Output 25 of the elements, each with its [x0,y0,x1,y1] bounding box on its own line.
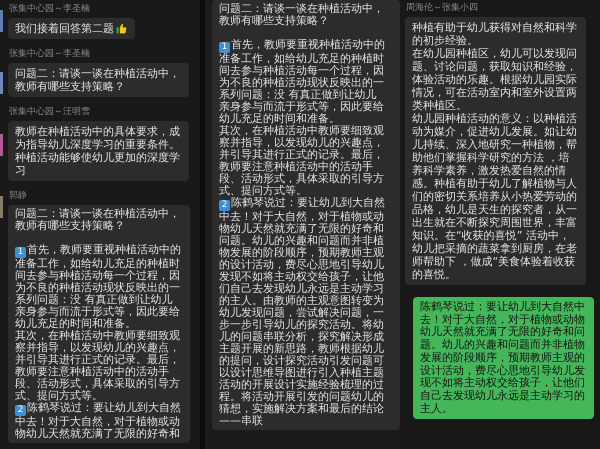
message-text: 1 首先，教师要重视种植活动中的准备工作，如给幼儿充足的种植时间去参与种植活动每一个过程，因为不良的种植活动现状反映出的一系列问题：没 有真正做到让幼儿亲身参与而流于形式等，因此要给幼儿充足的时间和准备。 [15,244,182,330]
avatar-placeholder [0,196,3,218]
sender-name: 郭静 [8,191,28,202]
avatar-placeholder [0,134,3,156]
avatar-placeholder [0,72,3,94]
message-text: 2 陈鹤琴说过：要让幼儿到大自然中去！对于大自然，对于植物或动物幼儿天然就充满了无限的好奇和 [15,402,182,440]
message-text: 种植有助于幼儿获得对自然和科学的初步经验。 [412,21,578,47]
sender-name: 张集中心园～李圣楠 [8,4,91,15]
message-text: 教师在种植活动中的具体要求，成为指导幼儿深度学习的重要条件。种植活动能够使幼儿更加的深度学习 [15,125,181,177]
message-text: 1 首先，教师要重视种植活动中的准备工作，如给幼儿充足的种植时间去参与种植活动每一个过程，因为不良的种植活动现状反映出的一系列问题：没 有真正做到让幼儿亲身参与而流于形式等，因此要给幼儿充足的时间和准备。 [219,39,386,125]
message-text: 问题二：请谈一谈在种植活动中，教师有哪些支持策略？ [15,67,181,93]
thumbs-up-icon [115,22,128,35]
sender-name: 张集中心园～汪明雪 [8,107,91,118]
message-text: 陈鹤琴说过：要让幼儿到大自然中去！对于大自然，对于植物或动物幼儿天然就充满了无限的好奇和问题。幼儿的兴趣和问题而并非植物发展的阶段顺序，预期教师主观的设计活动，费尽心思地引导幼儿发现不如将主动权交给孩子，让他们自己去发现幼儿永远是主动学习的主人。 [420,301,586,416]
message-text: 幼儿园种植活动的意义：以种植活动为媒介，促进幼儿发展。如让幼儿持续、深入地研究一种植物，帮助他们掌握科学研究的方法 ，培养科学素养，激发热爱自然的情感。种植有助于幼儿了解植物与人们的密切关系培养从小热爱劳动的品格，幼儿是天生的探究者，从一出生就在不断探究周围世界，丰富知识。在“收获的喜悦” 活动中，幼儿把采摘的蔬菜拿到厨房，在老师帮助下 ，做成“美食体验着收获的喜悦。 [412,112,578,281]
message-text: 2 陈鹤琴说过：要让幼儿到大自然中去！对于大自然，对于植物或动物幼儿天然就充满了无限的好奇和问题。幼儿的兴趣和问题而并非植物发展的阶段顺序，预期教师主观的设计活动，费尽心思地引导幼儿发现不如将主动权交给孩子，让他们自己去发现幼儿永远是主动学习的主人。由教师的主观意图转变为幼儿发现问题，尝试解决问题，一步一步引导幼儿的探究活动。将幼儿的问题串联分析，探究解决形成主题开展的新思路，教师根据幼儿的提问，设计探究活动引发问题可以设计思维导图进行引入种植主题活动的开展设计实施经验梳理的过程。将活动开展引发的问题幼儿的猜想，实施解决方案和最后的结论——串联 [219,197,386,427]
message-text: 问题二：请谈一谈在种植活动中，教师有哪些支持策略？ [219,3,385,27]
sender-name: 周海伦～张集小四 [405,3,479,14]
message-text: 我们接着回答第二题 [15,22,114,35]
message-text: 问题二：请谈一谈在种植活动中，教师有哪些支持策略？ [15,208,181,232]
message-text: 其次，在种植活动中教师要细致观察并指导，以发现幼儿的兴趣点，并引导其进行正式的记录。最后，教师要注意种植活动中的活动手段、活动形式，具体采取的引导方式、提问方式等。 [15,330,181,402]
message-text: 在幼儿园种植区，幼儿可以发现问题、讨论问题，获取知识和经验，体验活动的乐趣。根据幼儿园实际情况，可在活动室内和室外设置两类种植区。 [412,47,578,112]
avatar-placeholder [0,10,3,32]
message-text: 其次，在种植活动中教师要细致观察并指导，以发现幼儿的兴趣点，并引导其进行正式的记录。最后，教师要注意种植活动中的活动手段、活动形式，具体采取的引导方式、提问方式等。 [219,125,385,197]
sender-name: 张集中心园～李圣楠 [8,49,91,60]
